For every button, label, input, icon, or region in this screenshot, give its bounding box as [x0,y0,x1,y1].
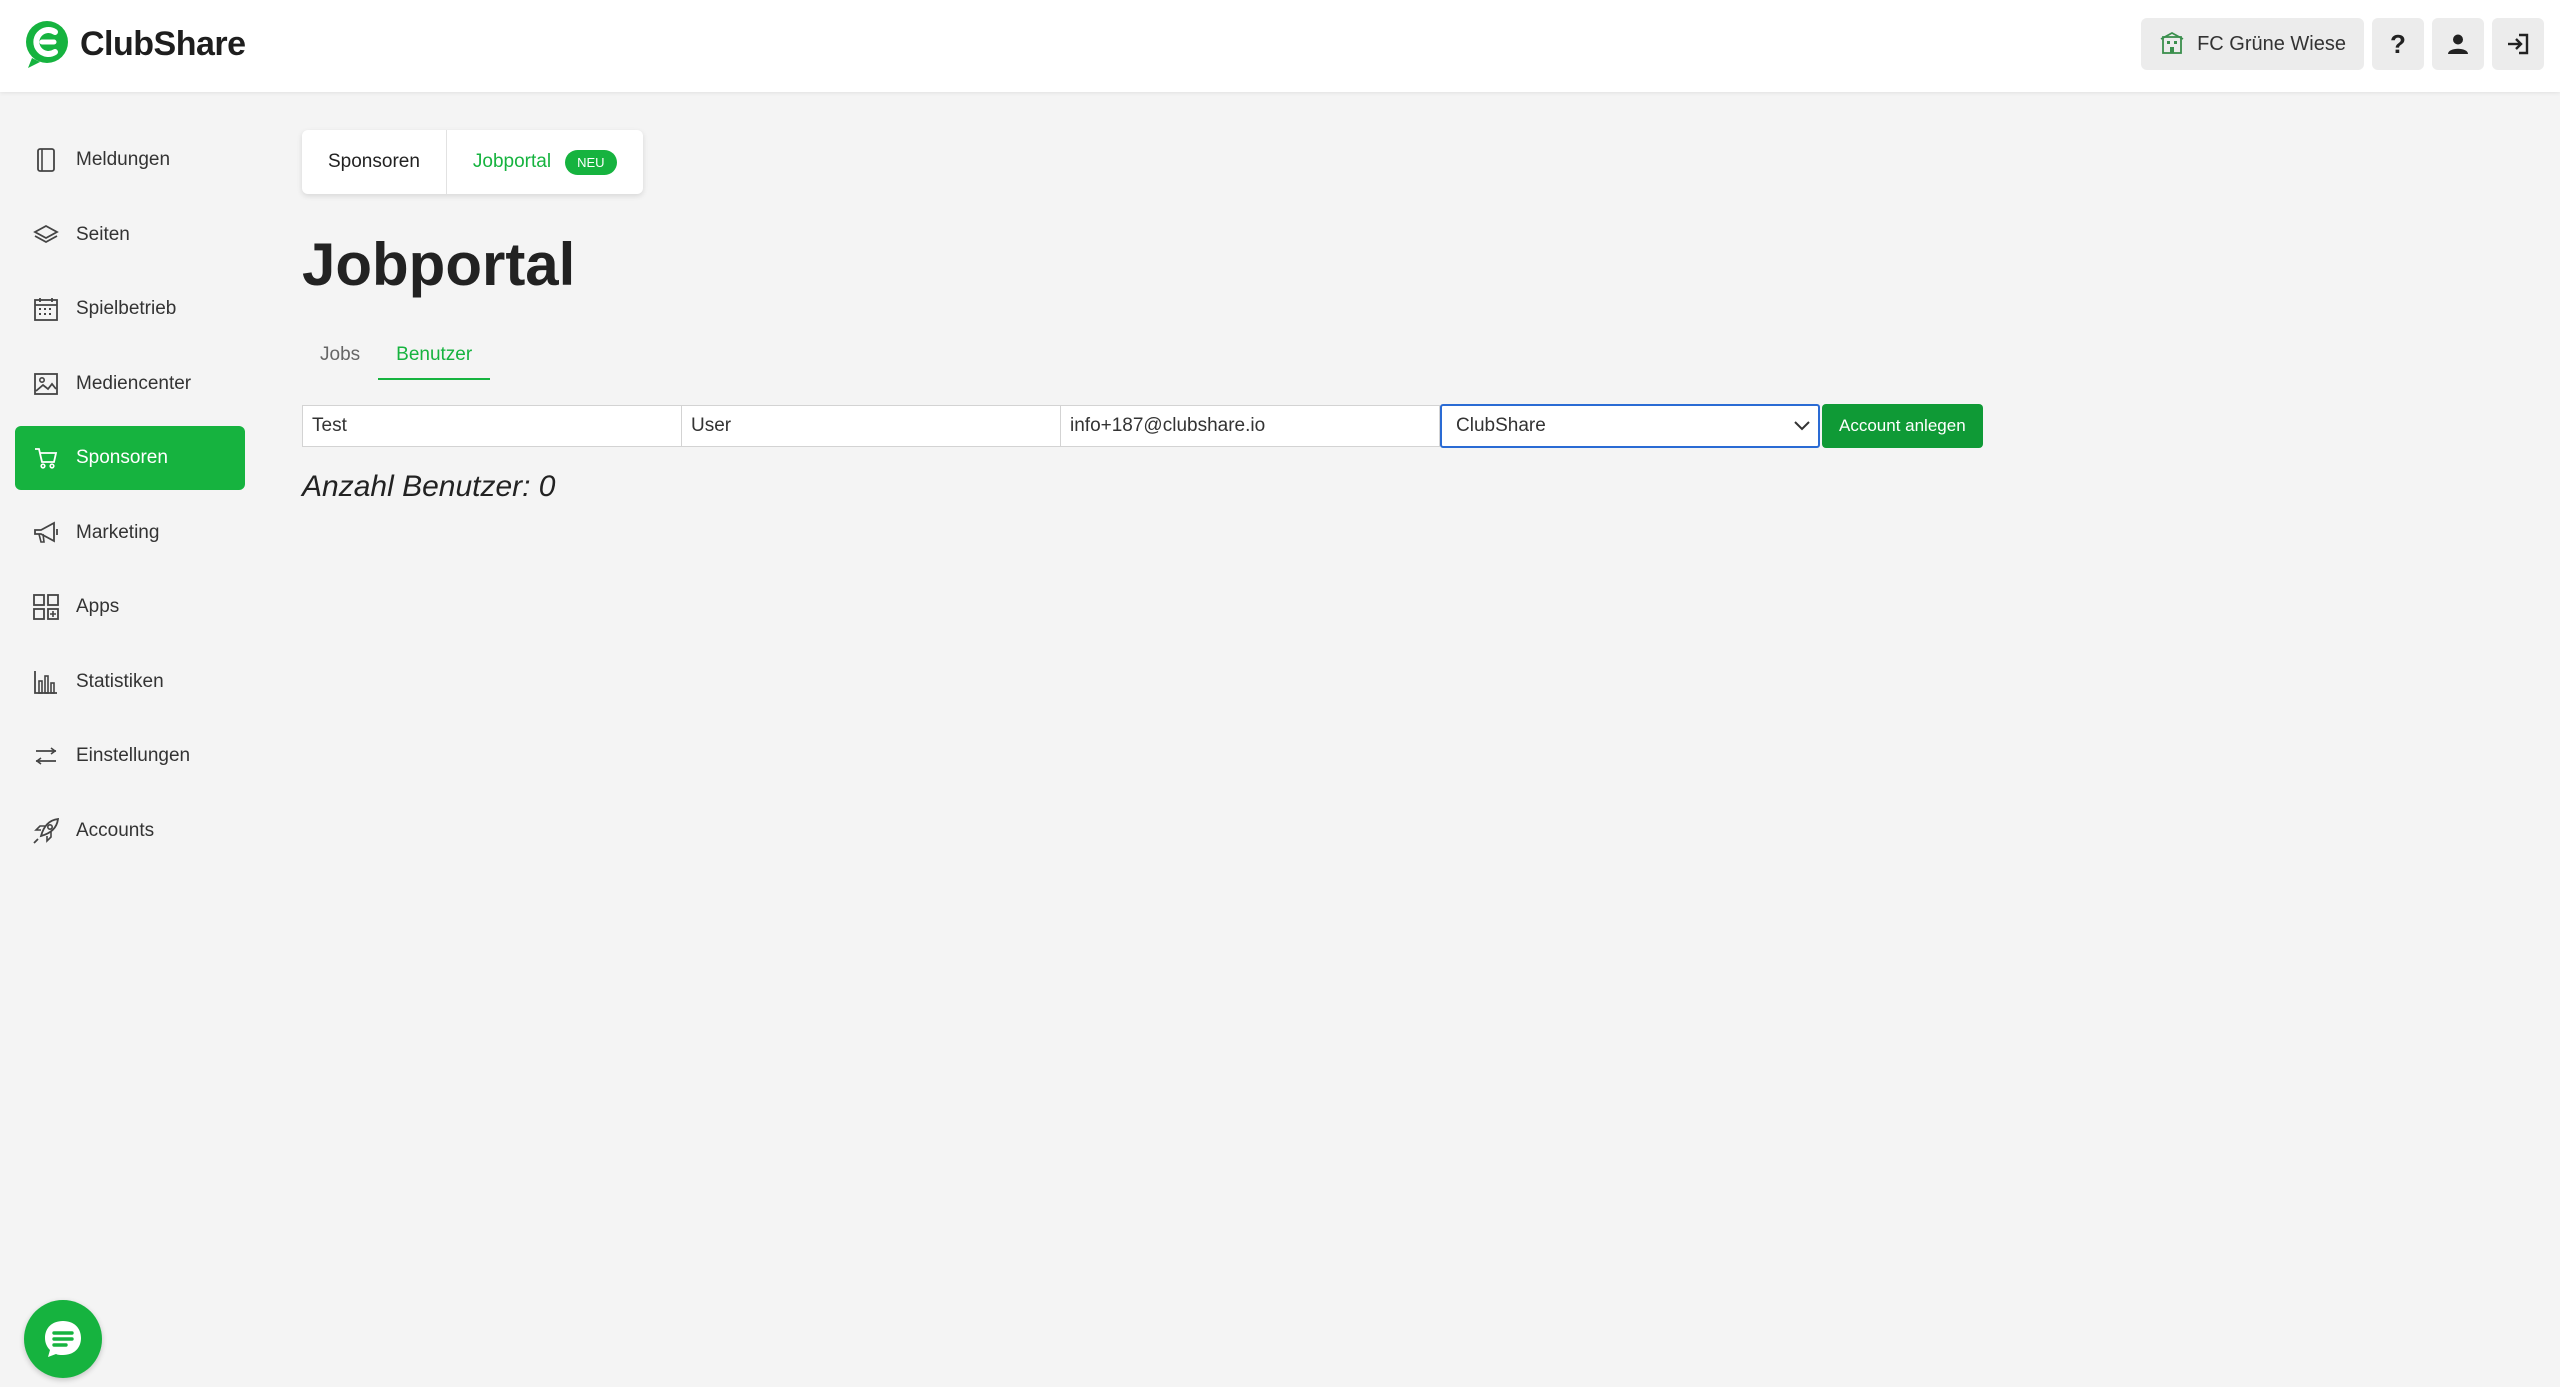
subtab-label: Benutzer [396,344,473,365]
sidebar-item-label: Statistiken [76,670,164,692]
sidebar-item-label: Seiten [76,223,130,245]
sidebar-item-einstellungen[interactable]: Einstellungen [15,724,245,788]
sidebar-item-label: Apps [76,596,120,617]
last-name-value: User [691,415,732,436]
tab-jobportal[interactable]: Jobportal NEU [445,130,643,194]
sliders-icon [32,742,60,770]
clubshare-logo-icon [26,21,68,68]
building-icon [2160,31,2184,54]
sidebar-item-label: Sponsoren [76,447,168,468]
sidebar-item-accounts[interactable]: Accounts [15,799,245,863]
apps-icon [32,593,60,621]
book-icon [32,146,60,174]
layers-icon [32,221,60,249]
subtab-jobs[interactable]: Jobs [302,338,378,380]
sidebar-item-sponsoren[interactable]: Sponsoren [15,426,245,490]
sidebar-item-marketing[interactable]: Marketing [15,501,245,565]
brand-logo[interactable]: ClubShare [22,18,246,70]
subtabs: Jobs Benutzer [302,338,491,380]
sidebar-nav: Meldungen Seiten Spielbetrieb Mediencent… [15,128,245,873]
user-count: Anzahl Benutzer: 0 [302,470,556,503]
email-field[interactable]: info+187@clubshare.io [1060,405,1440,447]
image-icon [32,370,60,398]
sidebar-item-seiten[interactable]: Seiten [15,203,245,267]
cart-icon [32,444,60,472]
megaphone-icon [32,519,60,547]
question-mark-icon: ? [2390,28,2406,59]
sidebar-item-statistiken[interactable]: Statistiken [15,650,245,714]
sidebar-item-label: Mediencenter [76,372,192,394]
first-name-value: Test [312,415,347,436]
tab-label: Sponsoren [328,151,420,172]
chat-icon [45,1321,81,1357]
help-button[interactable]: ? [2372,18,2424,70]
tab-label: Jobportal [472,151,552,172]
top-bar: ClubShare FC Grüne Wiese ? [0,0,2560,92]
company-select[interactable]: ClubShare [1440,404,1820,448]
subtab-benutzer[interactable]: Benutzer [378,338,491,380]
new-badge: NEU [565,149,617,175]
subtab-label: Jobs [320,344,361,365]
logout-button[interactable] [2492,18,2544,70]
profile-button[interactable] [2432,18,2484,70]
sidebar-item-label: Spielbetrieb [76,298,177,319]
chat-button[interactable] [24,1300,102,1378]
sidebar-item-label: Marketing [76,521,160,543]
last-name-field[interactable]: User [681,405,1061,447]
create-account-label: Account anlegen [1839,416,1966,435]
email-value: info+187@clubshare.io [1070,415,1266,436]
logout-icon [2508,33,2529,55]
company-selected-value: ClubShare [1456,415,1546,436]
sidebar-item-label: Accounts [76,819,155,841]
create-account-form: Test User info+187@clubshare.io ClubShar… [302,404,1983,448]
main-content: Sponsoren Jobportal NEU Jobportal Jobs B… [302,130,1983,503]
top-actions: FC Grüne Wiese ? [2141,18,2544,70]
calendar-icon [32,295,60,323]
create-account-button[interactable]: Account anlegen [1822,404,1983,448]
page-title: Jobportal [302,231,576,298]
sidebar-item-label: Meldungen [76,149,171,170]
bar-chart-icon [32,668,60,696]
tab-sponsoren[interactable]: Sponsoren [302,130,446,194]
sidebar-item-apps[interactable]: Apps [15,575,245,639]
club-switcher-button[interactable]: FC Grüne Wiese [2141,18,2364,70]
chevron-down-icon [1794,421,1810,431]
sidebar-item-label: Einstellungen [76,745,191,766]
sidebar-item-mediencenter[interactable]: Mediencenter [15,352,245,416]
section-tabs: Sponsoren Jobportal NEU [302,130,643,194]
rocket-icon [32,817,60,845]
first-name-field[interactable]: Test [302,405,682,447]
sidebar-item-spielbetrieb[interactable]: Spielbetrieb [15,277,245,341]
user-icon [2448,34,2468,54]
sidebar-item-meldungen[interactable]: Meldungen [15,128,245,192]
brand-name: ClubShare [80,24,246,63]
club-name: FC Grüne Wiese [2197,32,2346,55]
